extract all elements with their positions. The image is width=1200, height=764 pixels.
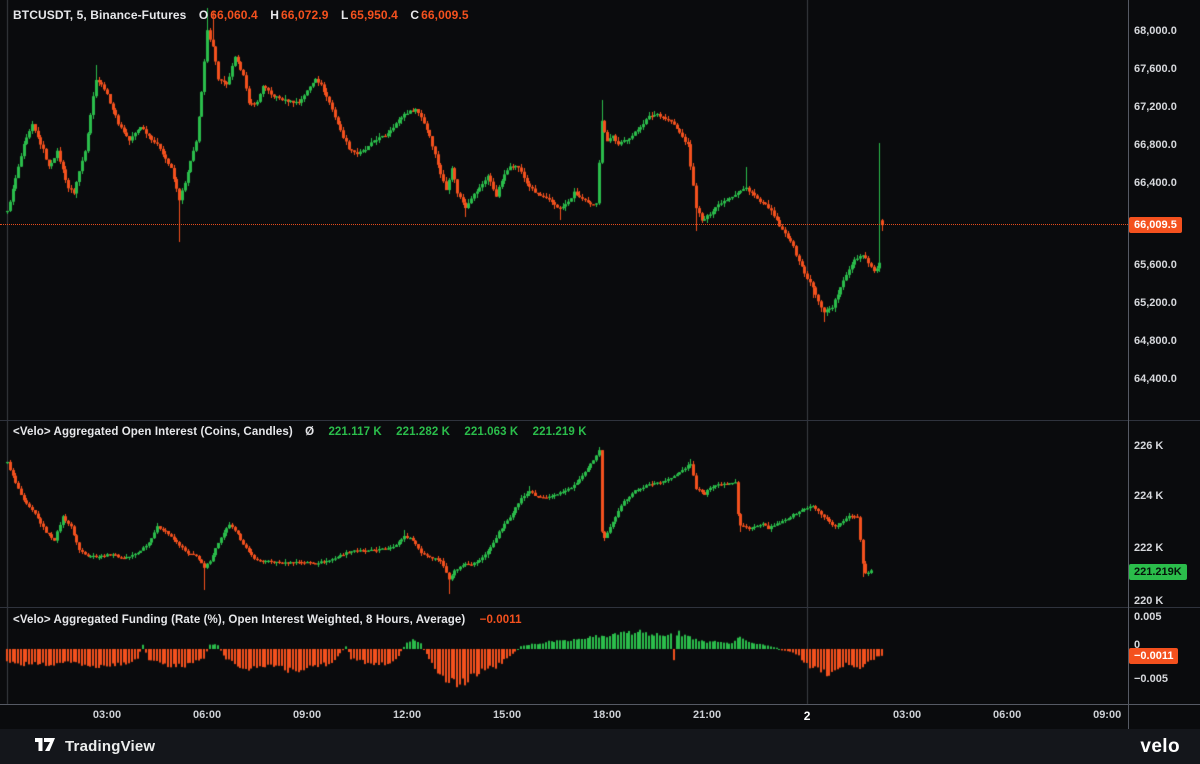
chart-canvas[interactable] [0,0,1128,705]
time-axis[interactable]: 03:00 06:00 09:00 12:00 15:00 18:00 21:00 2 03:0… [0,705,1128,728]
footer-bar: TradingView velo [0,729,1200,764]
price-axis-label: 64,800.0 [1134,335,1177,347]
time-axis-label: 03:00 [92,709,122,721]
oi-axis-label: 226 K [1134,440,1164,452]
oi-axis-label: 220 K [1134,595,1164,607]
time-axis-label: 12:00 [392,709,422,721]
oi-axis-label: 222 K [1134,542,1164,554]
open-interest-indicator-title[interactable]: <Velo> Aggregated Open Interest (Coins, … [13,426,293,438]
time-axis-label: 09:00 [292,709,322,721]
time-axis-label: 09:00 [1093,709,1122,721]
tradingview-logo-icon [34,737,56,757]
time-axis-label: 2 [803,709,811,723]
ohlc-low: L 65,950.4 [340,8,398,22]
time-axis-label: 15:00 [492,709,522,721]
current-price-line [0,224,1128,225]
price-axis-label: 67,200.0 [1134,101,1177,113]
tradingview-logo-text: TradingView [65,738,156,755]
time-axis-label: 18:00 [593,709,622,721]
price-pane-legend: BTCUSDT, 5, Binance-Futures O 66,060.4 H6… [13,8,469,22]
funding-axis-label: 0.005 [1134,611,1162,623]
time-axis-label: 03:00 [893,709,922,721]
price-axis-label: 66,800.0 [1134,139,1177,151]
price-axis-label: 67,600.0 [1134,63,1177,75]
ohlc-open: O 66,060.4 [198,8,258,22]
average-symbol: Ø [305,426,315,438]
oi-axis-label: 224 K [1134,490,1164,502]
time-axis-label: 21:00 [693,709,722,721]
time-axis-label: 06:00 [993,709,1022,721]
oi-low-value: 221.063 K [464,426,519,438]
symbol-title[interactable]: BTCUSDT, 5, Binance-Futures [13,8,186,22]
funding-indicator-title[interactable]: <Velo> Aggregated Funding (Rate (%), Ope… [13,614,465,626]
pane-divider-oi-funding[interactable] [0,607,1200,608]
current-price-badge: 66,009.5 [1129,217,1182,233]
velo-logo[interactable]: velo [1140,736,1180,758]
open-interest-pane-legend: <Velo> Aggregated Open Interest (Coins, … [13,426,587,438]
price-axis-label: 65,200.0 [1134,297,1177,309]
price-axis-label: 66,400.0 [1134,177,1177,189]
funding-current-value: −0.0011 [479,614,522,626]
oi-high-value: 221.282 K [396,426,451,438]
price-axis-label: 64,400.0 [1134,373,1177,385]
price-axis-label: 65,600.0 [1134,259,1177,271]
current-oi-badge: 221.219K [1129,564,1187,580]
funding-axis-label: −0.005 [1134,673,1168,685]
ohlc-high: H 66,072.9 [270,8,329,22]
tradingview-brand[interactable]: TradingView [34,737,155,757]
oi-open-value: 221.117 K [328,426,382,438]
tradingview-chart-window: BTCUSDT, 5, Binance-Futures O 66,060.4 H6… [0,0,1200,764]
ohlc-close: C 66,009.5 [410,8,469,22]
funding-axis-label: 0 [1134,639,1141,651]
time-axis-label: 06:00 [192,709,222,721]
funding-pane-legend: <Velo> Aggregated Funding (Rate (%), Ope… [13,614,522,626]
pane-divider-price-oi[interactable] [0,420,1200,421]
price-axis-label: 68,000.0 [1134,25,1177,37]
price-scale-separator [1128,0,1129,729]
oi-close-value: 221.219 K [532,426,587,438]
